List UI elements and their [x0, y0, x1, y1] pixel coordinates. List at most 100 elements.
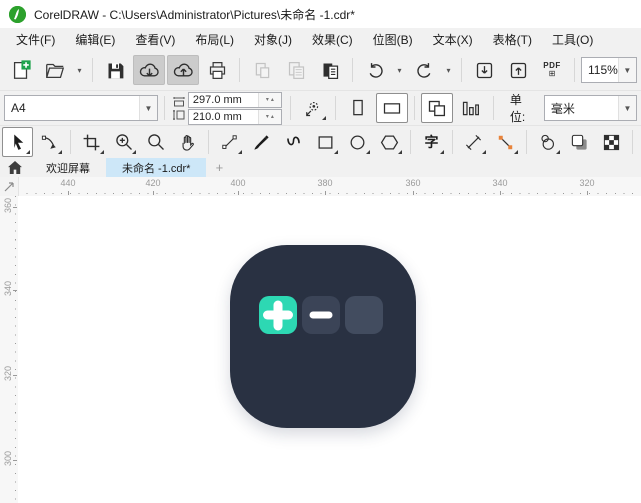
b-spline-tool[interactable]: [278, 127, 309, 157]
freehand-line-icon: [222, 134, 237, 149]
home-tab-button[interactable]: [0, 158, 30, 177]
export-button[interactable]: [502, 55, 534, 85]
new-tab-button[interactable]: +: [206, 158, 232, 177]
ellipse-icon: [350, 135, 365, 149]
home-icon: [8, 161, 22, 174]
shape-tool[interactable]: [34, 127, 65, 157]
open-document-button[interactable]: [39, 55, 71, 85]
nudge-offset-button[interactable]: [297, 93, 329, 123]
horizontal-ruler[interactable]: 440 420 400 380 360 340 320: [0, 177, 641, 197]
menu-table[interactable]: 表格(T): [483, 28, 542, 51]
page-size-combobox[interactable]: A4 ▼: [4, 95, 158, 121]
menu-text[interactable]: 文本(X): [423, 28, 483, 51]
propbar-separator: [163, 96, 165, 120]
connector-tool[interactable]: [490, 127, 521, 157]
undo-dropdown-caret[interactable]: ▾: [393, 56, 406, 84]
plus-glyph-icon: [263, 310, 293, 320]
publish-pdf-button[interactable]: PDF ⊞: [536, 55, 568, 85]
zoom-in-icon: [115, 134, 132, 150]
page-size-caret[interactable]: ▼: [138, 96, 157, 120]
dimension-tool[interactable]: [458, 127, 489, 157]
menu-object[interactable]: 对象(J): [244, 28, 302, 51]
blend-tool[interactable]: [532, 127, 563, 157]
current-page-layout-button[interactable]: [455, 93, 487, 123]
page-width-field[interactable]: 297.0 mm ▾ ▴: [187, 91, 282, 108]
ruler-label: 440: [60, 178, 76, 188]
ruler-label: 360: [405, 178, 421, 188]
landscape-orientation-button[interactable]: [375, 93, 408, 123]
cloud-download-button[interactable]: [133, 55, 165, 85]
property-bar: A4 ▼ 297.0 mm ▾ ▴ 210.0 mm ▾ ▴ 单位: 毫米 ▼: [0, 90, 641, 125]
pdf-icon: PDF ⊞: [543, 61, 561, 78]
redo-button[interactable]: [408, 55, 440, 85]
open-dropdown-caret[interactable]: ▾: [73, 56, 86, 84]
artwork-plus-button[interactable]: [259, 296, 297, 334]
coreldraw-logo-icon: [9, 5, 26, 23]
ruler-origin-corner[interactable]: [0, 177, 19, 196]
menu-file[interactable]: 文件(F): [6, 28, 65, 51]
ruler-label: 400: [230, 178, 246, 188]
zoom-level-combobox[interactable]: 115% ▼: [581, 57, 637, 83]
rectangle-icon: [318, 135, 333, 149]
portrait-orientation-button[interactable]: [342, 93, 374, 123]
ruler-major-tick: [13, 375, 17, 376]
ellipse-tool[interactable]: [342, 127, 373, 157]
menu-bitmaps[interactable]: 位图(B): [363, 28, 423, 51]
artistic-media-tool[interactable]: [246, 127, 277, 157]
rectangle-tool[interactable]: [310, 127, 341, 157]
paste-button[interactable]: [314, 55, 346, 85]
page-height-icon: [172, 109, 185, 120]
propbar-separator: [413, 96, 415, 120]
menu-effects[interactable]: 效果(C): [302, 28, 363, 51]
new-document-button[interactable]: [5, 55, 37, 85]
artwork-minus-button[interactable]: [302, 296, 340, 334]
crop-tool[interactable]: [76, 127, 107, 157]
undo-button[interactable]: [359, 55, 391, 85]
tab-document-active[interactable]: 未命名 -1.cdr*: [106, 158, 207, 177]
crop-icon: [83, 134, 100, 150]
page-height-value: 210.0 mm: [192, 110, 242, 123]
horizontal-ruler-ticks: [18, 193, 641, 194]
zoom-dropdown-caret[interactable]: ▼: [617, 58, 636, 82]
zoom-tool[interactable]: [140, 127, 171, 157]
menu-edit[interactable]: 编辑(E): [65, 28, 125, 51]
pick-tool[interactable]: [2, 127, 33, 157]
ruler-major-tick: [153, 191, 154, 195]
toolbar-separator: [239, 58, 240, 82]
copy-button-disabled[interactable]: [280, 55, 312, 85]
app-icon-artwork[interactable]: [230, 245, 416, 428]
import-button[interactable]: [468, 55, 500, 85]
page-height-field[interactable]: 210.0 mm ▾ ▴: [187, 108, 282, 125]
redo-dropdown-caret[interactable]: ▾: [442, 56, 455, 84]
dimension-icons: [172, 96, 185, 120]
cut-button-disabled[interactable]: [246, 55, 278, 85]
polygon-icon: [380, 135, 399, 149]
units-caret[interactable]: ▼: [618, 96, 636, 120]
all-pages-layout-button[interactable]: [420, 93, 453, 123]
menu-view[interactable]: 查看(V): [125, 28, 185, 51]
drawing-canvas[interactable]: [18, 196, 641, 503]
menu-layout[interactable]: 布局(L): [185, 28, 244, 51]
freehand-tool[interactable]: [214, 127, 245, 157]
menu-tools[interactable]: 工具(O): [542, 28, 603, 51]
tab-welcome-screen[interactable]: 欢迎屏幕: [30, 158, 106, 177]
page-height-spinner[interactable]: ▾ ▴: [257, 109, 281, 124]
toolbox-separator: [70, 130, 71, 154]
polygon-tool[interactable]: [374, 127, 405, 157]
page-width-spinner[interactable]: ▾ ▴: [257, 92, 281, 107]
title-bar: CorelDRAW - C:\Users\Administrator\Pictu…: [0, 0, 641, 28]
units-combobox[interactable]: 毫米 ▼: [543, 95, 637, 121]
print-button[interactable]: [201, 55, 233, 85]
drop-shadow-tool[interactable]: [564, 127, 595, 157]
transparency-tool[interactable]: [596, 127, 627, 157]
cloud-upload-button[interactable]: [167, 55, 199, 85]
text-tool[interactable]: 字: [416, 127, 447, 157]
save-button[interactable]: [99, 55, 131, 85]
export-icon: [510, 62, 526, 78]
pan-tool[interactable]: [172, 127, 203, 157]
zoom-in-tool[interactable]: [108, 127, 139, 157]
vertical-ruler[interactable]: 360 340 320 300: [0, 196, 19, 503]
page-width-icon: [173, 96, 185, 106]
artwork-empty-button[interactable]: [345, 296, 383, 334]
undo-icon: [369, 62, 383, 78]
